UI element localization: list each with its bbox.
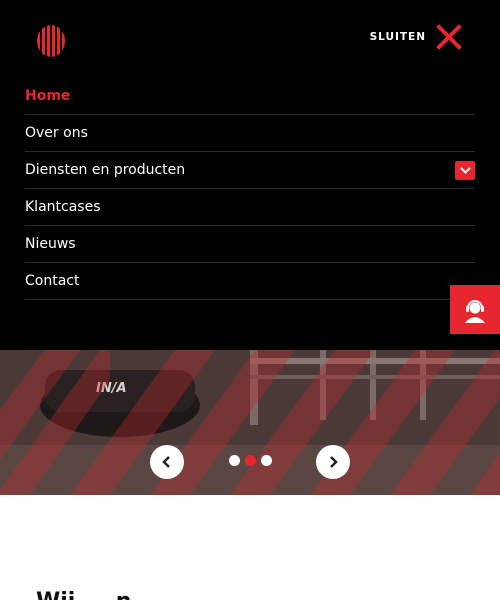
slider-pagination [229, 455, 272, 466]
nav-item-label: Klantcases [25, 199, 101, 215]
nav-item-label: Over ons [25, 125, 88, 141]
close-menu-button[interactable]: SLUITEN [370, 24, 462, 50]
slider-dot-3[interactable] [261, 455, 272, 466]
nav-item-label: Nieuws [25, 236, 76, 252]
nav-item-klantcases[interactable]: Klantcases [25, 189, 475, 226]
nav-item-label: Diensten en producten [25, 162, 186, 178]
nav-item-diensten-en-producten[interactable]: Diensten en producten [25, 152, 475, 189]
chevron-left-icon [162, 456, 170, 468]
chevron-right-icon [330, 456, 338, 468]
hero-background-image: IN/A [0, 350, 500, 495]
support-button[interactable] [450, 285, 500, 334]
expand-submenu-button[interactable] [455, 160, 475, 180]
nav-item-label: Contact [25, 273, 80, 289]
main-navigation: Home Over ons Diensten en producten Klan… [25, 78, 475, 300]
slider-prev-button[interactable] [150, 445, 184, 479]
nav-item-nieuws[interactable]: Nieuws [25, 226, 475, 263]
brand-logo[interactable] [37, 25, 65, 57]
close-x-icon[interactable] [436, 24, 462, 50]
nav-item-label: Home [25, 88, 71, 104]
slider-next-button[interactable] [316, 445, 350, 479]
mobile-menu-overlay: SLUITEN Home Over ons Diensten en produc… [0, 0, 500, 350]
nav-item-home[interactable]: Home [25, 78, 475, 115]
hero-slider: IN/A [0, 350, 500, 495]
section-heading: Wij ... n [36, 589, 476, 600]
chevron-down-icon [459, 166, 471, 174]
slider-dot-1[interactable] [229, 455, 240, 466]
slider-dot-2[interactable] [245, 455, 256, 466]
nav-item-contact[interactable]: Contact [25, 263, 475, 300]
close-menu-label: SLUITEN [369, 31, 426, 43]
headset-agent-icon [465, 299, 485, 323]
nav-item-over-ons[interactable]: Over ons [25, 115, 475, 152]
